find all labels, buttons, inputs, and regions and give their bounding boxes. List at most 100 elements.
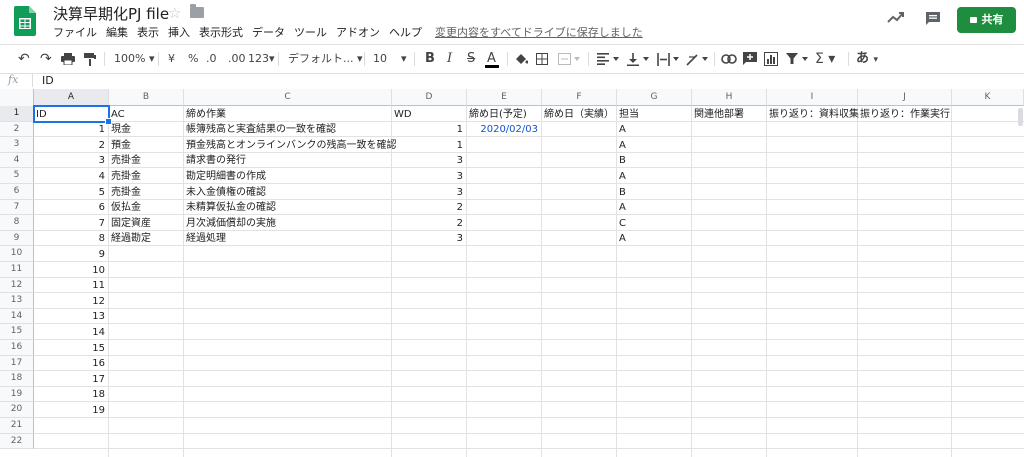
document-title[interactable]: 決算早期化PJ file [53, 3, 169, 24]
row-header-19[interactable]: 19 [0, 386, 34, 403]
row-header-16[interactable]: 16 [0, 340, 34, 356]
redo-icon[interactable]: ↷ [40, 45, 52, 73]
filter-icon[interactable] [786, 53, 808, 65]
owner-cell[interactable]: A [619, 200, 688, 215]
menu-help[interactable]: ヘルプ [389, 24, 422, 40]
account-cell[interactable]: 現金 [111, 122, 180, 137]
row-header-2[interactable]: 2 [0, 121, 34, 138]
text-wrapping-icon[interactable] [657, 53, 679, 66]
menu-edit[interactable]: 編集 [106, 24, 128, 40]
row-header-15[interactable]: 15 [0, 324, 34, 340]
decrease-decimal-button[interactable]: .0 [206, 45, 217, 73]
column-header-i[interactable]: I [767, 89, 858, 106]
id-cell[interactable]: 2 [36, 138, 105, 153]
id-cell[interactable]: 10 [36, 263, 105, 278]
row-header-21[interactable]: 21 [0, 418, 34, 434]
active-cell-selection[interactable] [33, 105, 110, 123]
menu-tools[interactable]: ツール [294, 24, 327, 40]
account-cell[interactable]: 預金 [111, 138, 180, 153]
spreadsheet-grid[interactable]: A B C D E F G H I J K 1 2 3 4 5 6 7 8 9 10 11 12 13 14 15 16 17 18 19… [0, 89, 1024, 457]
print-icon[interactable] [61, 53, 75, 65]
id-cell[interactable]: 1 [36, 122, 105, 137]
percent-button[interactable]: % [188, 45, 198, 73]
column-header-a[interactable]: A [34, 89, 109, 106]
row-header-1[interactable]: 1 [0, 106, 34, 122]
id-cell[interactable]: 19 [36, 403, 105, 418]
row-header-9[interactable]: 9 [0, 230, 34, 247]
header-cell[interactable]: 締め日(予定) [469, 107, 538, 122]
text-rotation-icon[interactable] [686, 53, 708, 66]
header-cell[interactable]: 振り返り：作業実行 [860, 107, 950, 122]
wd-cell[interactable]: 1 [394, 138, 463, 153]
row-header-20[interactable]: 20 [0, 402, 34, 418]
input-tools-button[interactable]: あ ▾ [856, 45, 878, 73]
planned-date-cell[interactable]: 2020/02/03 [469, 122, 538, 137]
borders-icon[interactable] [536, 53, 548, 65]
menu-view[interactable]: 表示 [137, 24, 159, 40]
wd-cell[interactable]: 2 [394, 200, 463, 215]
formula-input[interactable]: ID [42, 74, 54, 87]
id-cell[interactable]: 17 [36, 372, 105, 387]
vertical-scrollbar[interactable] [1018, 108, 1023, 126]
row-header-17[interactable]: 17 [0, 355, 34, 372]
row-header-4[interactable]: 4 [0, 152, 34, 169]
wd-cell[interactable]: 3 [394, 231, 463, 246]
task-cell[interactable]: 請求書の発行 [186, 153, 388, 168]
owner-cell[interactable]: A [619, 122, 688, 137]
bold-button[interactable]: B [425, 45, 435, 73]
wd-cell[interactable]: 3 [394, 153, 463, 168]
row-header-18[interactable]: 18 [0, 371, 34, 387]
insert-chart-icon[interactable] [764, 52, 778, 66]
task-cell[interactable]: 勘定明細書の作成 [186, 169, 388, 184]
wd-cell[interactable]: 2 [394, 216, 463, 231]
share-button[interactable]: 共有 [957, 7, 1016, 33]
fill-color-icon[interactable] [514, 52, 528, 66]
id-cell[interactable]: 9 [36, 247, 105, 262]
id-cell[interactable]: 16 [36, 356, 105, 371]
save-status-link[interactable]: 変更内容をすべてドライブに保存しました [435, 24, 643, 40]
row-header-10[interactable]: 10 [0, 246, 34, 262]
owner-cell[interactable]: B [619, 185, 688, 200]
id-cell[interactable]: 5 [36, 185, 105, 200]
font-size-select[interactable]: 10 ▾ [373, 45, 407, 73]
id-cell[interactable]: 11 [36, 278, 105, 293]
owner-cell[interactable]: C [619, 216, 688, 231]
menu-insert[interactable]: 挿入 [168, 24, 190, 40]
id-cell[interactable]: 6 [36, 200, 105, 215]
activity-trend-icon[interactable] [887, 10, 905, 24]
wd-cell[interactable]: 3 [394, 169, 463, 184]
task-cell[interactable]: 未入金債権の確認 [186, 185, 388, 200]
task-cell[interactable]: 預金残高とオンラインバンクの残高一致を確認 [186, 138, 397, 153]
header-cell[interactable]: 締め作業 [186, 107, 388, 122]
zoom-select[interactable]: 100% ▾ [114, 45, 154, 73]
owner-cell[interactable]: A [619, 138, 688, 153]
wd-cell[interactable]: 1 [394, 122, 463, 137]
row-header-6[interactable]: 6 [0, 184, 34, 200]
column-header-b[interactable]: B [109, 89, 184, 106]
comment-icon[interactable] [925, 11, 941, 27]
column-header-e[interactable]: E [467, 89, 542, 106]
header-cell[interactable]: 関連他部署 [694, 107, 763, 122]
column-header-j[interactable]: J [858, 89, 952, 106]
task-cell[interactable]: 経過処理 [186, 231, 388, 246]
row-header-5[interactable]: 5 [0, 168, 34, 184]
row-header-8[interactable]: 8 [0, 215, 34, 231]
column-header-h[interactable]: H [692, 89, 767, 106]
account-cell[interactable]: 仮払金 [111, 200, 180, 215]
menu-format[interactable]: 表示形式 [199, 24, 243, 40]
column-header-g[interactable]: G [617, 89, 692, 106]
id-cell[interactable]: 3 [36, 153, 105, 168]
id-cell[interactable]: 12 [36, 294, 105, 309]
row-header-22[interactable]: 22 [0, 433, 34, 450]
row-header-13[interactable]: 13 [0, 293, 34, 309]
header-cell[interactable]: AC [111, 107, 180, 122]
italic-button[interactable]: I [447, 45, 452, 73]
account-cell[interactable]: 売掛金 [111, 185, 180, 200]
merge-cells-icon[interactable] [558, 53, 580, 65]
id-cell[interactable]: 4 [36, 169, 105, 184]
task-cell[interactable]: 未精算仮払金の確認 [186, 200, 388, 215]
insert-comment-icon[interactable] [743, 52, 757, 66]
star-icon[interactable]: ☆ [168, 4, 181, 22]
task-cell[interactable]: 月次減価償却の実施 [186, 216, 388, 231]
id-cell[interactable]: 8 [36, 231, 105, 246]
